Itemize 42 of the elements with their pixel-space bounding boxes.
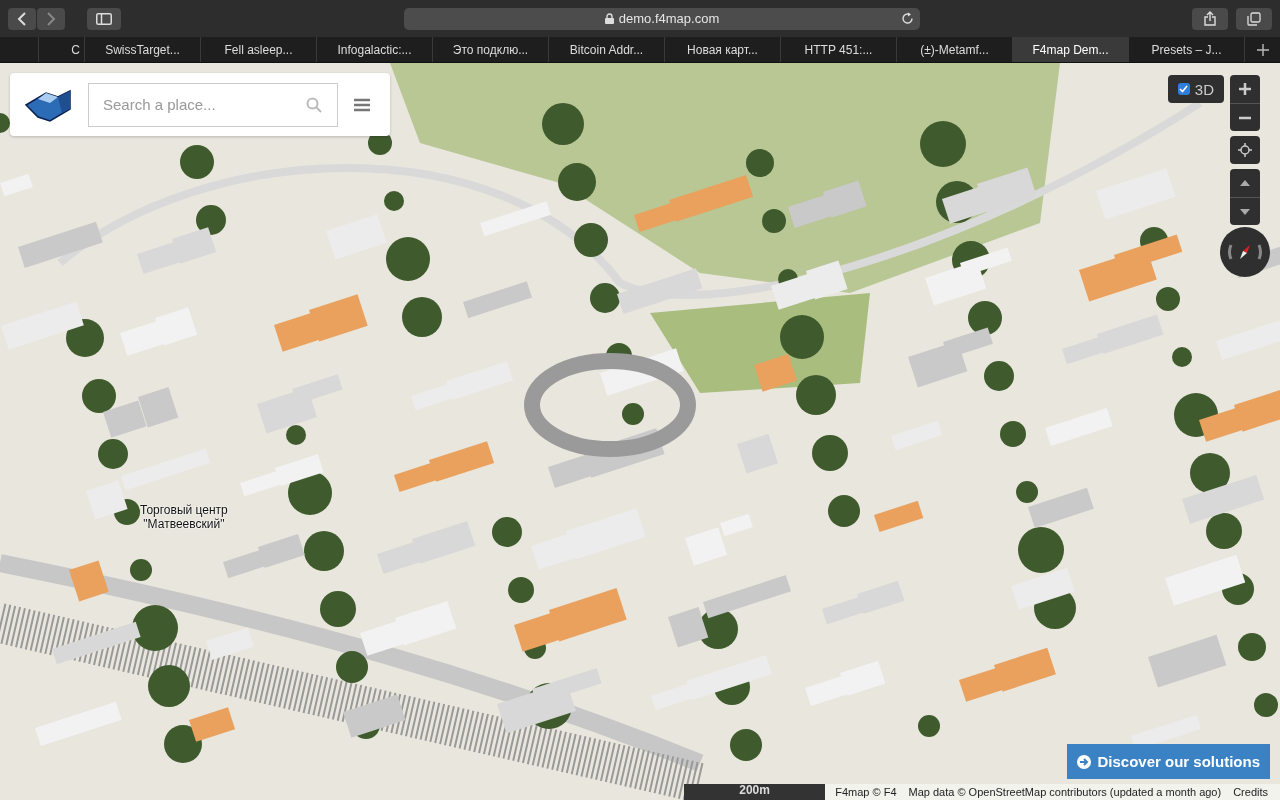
chevron-right-icon [46, 11, 56, 26]
discover-solutions-button[interactable]: Discover our solutions [1067, 744, 1270, 779]
reload-icon[interactable] [901, 11, 914, 25]
browser-tab[interactable]: Fell asleep... [200, 37, 316, 62]
browser-tab[interactable]: Новая карт... [664, 37, 780, 62]
address-bar[interactable]: demo.f4map.com [404, 7, 920, 30]
menu-icon[interactable] [354, 97, 370, 112]
tabs-overview-button[interactable] [1236, 7, 1272, 30]
scale-bar: 200m [684, 784, 826, 800]
3d-toggle[interactable]: 3D [1167, 75, 1224, 103]
compass-icon[interactable] [1220, 227, 1270, 277]
lock-icon [604, 13, 614, 24]
browser-tab[interactable]: Infogalactic:... [316, 37, 432, 62]
plus-icon [1239, 83, 1251, 95]
forward-button[interactable] [37, 7, 65, 30]
browser-tab[interactable]: C [38, 37, 84, 62]
attribution-link[interactable]: Map data © OpenStreetMap contributors (updated a month ago) [908, 786, 1222, 798]
triangle-up-icon [1240, 180, 1250, 186]
arrow-circle-icon [1077, 754, 1092, 769]
browser-tab[interactable]: Presets – J... [1128, 37, 1244, 62]
browser-tab[interactable]: SwissTarget... [84, 37, 200, 62]
sidebar-icon [96, 12, 112, 25]
checkbox[interactable] [1177, 83, 1190, 95]
browser-tab[interactable]: Это подклю... [432, 37, 548, 62]
browser-tab[interactable]: HTTP 451:... [780, 37, 896, 62]
share-icon [1204, 11, 1216, 26]
new-tab-icon[interactable] [1256, 43, 1269, 56]
tabs-icon [1247, 11, 1261, 26]
browser-tab[interactable]: F4map Dem... [1012, 37, 1128, 62]
copyright-text: F4map © F4 [835, 786, 897, 798]
back-button[interactable] [8, 7, 36, 30]
sidebar-button[interactable] [87, 7, 121, 30]
url-text: demo.f4map.com [618, 11, 720, 26]
browser-tab[interactable]: Bitcoin Addr... [548, 37, 664, 62]
attribution-link[interactable]: Credits [1233, 786, 1268, 798]
triangle-down-icon [1240, 208, 1250, 215]
place-label: Торговый центр "Матвеевский" [140, 503, 228, 531]
minus-icon [1239, 115, 1251, 120]
share-button[interactable] [1192, 7, 1228, 30]
search-field[interactable]: Search a place... [88, 82, 338, 127]
crosshair-icon [1238, 143, 1252, 157]
chevron-left-icon [17, 11, 27, 26]
